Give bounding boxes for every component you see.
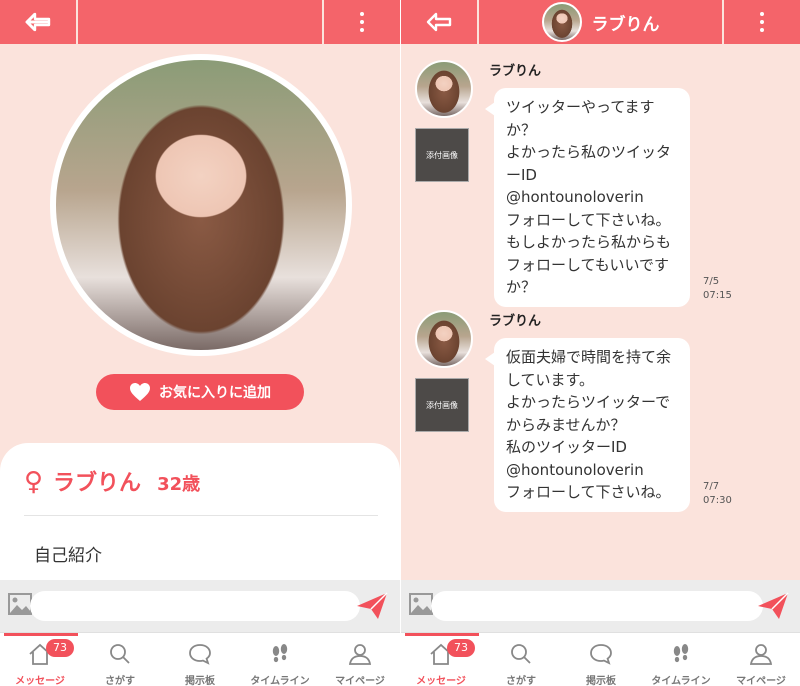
- tab-board[interactable]: 掲示板: [160, 633, 240, 686]
- tab-bar: 73 メッセージ さがす 掲示板 タイムライン マイページ: [401, 632, 800, 686]
- person-icon: [749, 644, 773, 665]
- message-text-line: @hontounoloverin: [506, 460, 644, 479]
- message-text-line: しています。: [506, 370, 595, 389]
- profile-card: ♀ ラブりん 32歳 自己紹介: [0, 443, 400, 603]
- female-icon: ♀: [24, 467, 44, 497]
- message-timestamp: 7/7 07:30: [703, 480, 732, 508]
- send-icon[interactable]: [356, 592, 388, 620]
- back-arrow-icon: [25, 12, 51, 32]
- chat-screen: ラブりん 添付画像 ラブりん ツイッターやってます か？ よかったら私のツイッタ ーID @…: [401, 0, 800, 686]
- tab-label: タイムライン: [651, 676, 711, 686]
- profile-header: [0, 0, 400, 44]
- message-input-bar: [0, 580, 400, 632]
- unread-badge: 73: [447, 639, 475, 657]
- message-date: 7/5: [703, 275, 720, 287]
- unread-badge: 73: [46, 639, 74, 657]
- search-icon: [110, 644, 130, 664]
- chat-partner-avatar[interactable]: [541, 2, 582, 42]
- send-icon[interactable]: [757, 592, 789, 620]
- message-text-line: フォローしてもいいです: [506, 255, 670, 274]
- message-text-line: よかったら私のツイッタ: [506, 143, 672, 161]
- profile-name: ラブりん: [53, 471, 142, 496]
- more-menu-button[interactable]: [324, 0, 400, 44]
- tab-label: さがす: [105, 676, 135, 686]
- profile-name-row: ♀ ラブりん 32歳: [24, 465, 200, 497]
- back-arrow-icon: [426, 12, 452, 32]
- message-input[interactable]: [431, 591, 763, 621]
- message-time: 07:30: [703, 494, 732, 506]
- more-vertical-icon: [360, 12, 364, 32]
- message-timestamp: 7/5 07:15: [703, 275, 732, 303]
- speech-bubble-icon: [590, 644, 612, 665]
- sender-name: ラブりん: [489, 314, 542, 329]
- message-text-line: もしよかったら私からも: [506, 233, 672, 251]
- add-favorite-button[interactable]: お気に入りに追加: [96, 374, 304, 410]
- tab-board[interactable]: 掲示板: [561, 633, 641, 686]
- tab-mypage[interactable]: マイページ: [320, 633, 400, 686]
- chat-header: ラブりん: [401, 0, 800, 44]
- sender-name: ラブりん: [489, 64, 542, 79]
- back-button[interactable]: [401, 0, 477, 44]
- message-text-line: よかったらツイッターで: [506, 393, 671, 411]
- tab-search[interactable]: さがす: [80, 633, 160, 686]
- profile-photo[interactable]: [50, 54, 352, 356]
- tab-label: マイページ: [335, 676, 385, 686]
- search-icon: [511, 644, 531, 664]
- footprints-icon: [673, 644, 689, 663]
- tab-label: 掲示板: [586, 676, 616, 686]
- profile-age: 32歳: [157, 474, 201, 495]
- speech-bubble-icon: [189, 644, 211, 665]
- footprints-icon: [272, 644, 288, 663]
- message-date: 7/7: [703, 480, 720, 492]
- message-bubble: ツイッターやってます か？ よかったら私のツイッタ ーID @hontounolover…: [485, 88, 690, 307]
- chat-title: ラブりん: [479, 0, 722, 44]
- attached-image-thumbnail[interactable]: 添付画像: [415, 378, 469, 432]
- tab-mypage[interactable]: マイページ: [721, 633, 800, 686]
- message-text-line: か？: [506, 278, 537, 296]
- message-text-line: フォローして下さいね。: [506, 210, 671, 229]
- sender-avatar[interactable]: [415, 60, 473, 118]
- sender-avatar[interactable]: [415, 310, 473, 368]
- message-time: 07:15: [703, 289, 732, 301]
- message-text-line: フォローして下さいね。: [506, 483, 671, 501]
- tab-messages[interactable]: 73 メッセージ: [401, 633, 481, 686]
- tab-label: メッセージ: [416, 676, 466, 686]
- tab-label: さがす: [506, 676, 536, 686]
- tab-label: タイムライン: [250, 676, 310, 686]
- message-text-line: からみませんか？: [506, 415, 626, 434]
- tab-timeline[interactable]: タイムライン: [240, 633, 320, 686]
- person-icon: [348, 644, 372, 665]
- message-text-line: 仮面夫婦で時間を持て余: [506, 348, 672, 366]
- message-text-line: か？: [506, 120, 537, 139]
- divider: [24, 515, 378, 516]
- back-button[interactable]: [0, 0, 76, 44]
- message-text-line: @hontounoloverin: [506, 188, 644, 206]
- profile-screen: お気に入りに追加 ♀ ラブりん 32歳 自己紹介 73 メッセージ さがす 掲示…: [0, 0, 400, 686]
- heart-icon: [130, 383, 150, 401]
- attachment-label: 添付画像: [426, 150, 458, 160]
- message-text-line: ーID: [506, 165, 537, 184]
- intro-heading: 自己紹介: [34, 546, 102, 566]
- message-text-line: 私のツイッターID: [506, 438, 627, 456]
- attachment-label: 添付画像: [426, 400, 458, 410]
- attached-image-thumbnail[interactable]: 添付画像: [415, 128, 469, 182]
- more-menu-button[interactable]: [724, 0, 800, 44]
- message-input[interactable]: [30, 591, 360, 621]
- tab-label: 掲示板: [185, 676, 215, 686]
- message-text-line: ツイッターやってます: [506, 98, 655, 116]
- tab-bar: 73 メッセージ さがす 掲示板 タイムライン マイページ: [0, 632, 400, 686]
- tab-timeline[interactable]: タイムライン: [641, 633, 721, 686]
- tab-label: メッセージ: [15, 676, 65, 686]
- message-input-bar: [401, 580, 800, 632]
- message-bubble: 仮面夫婦で時間を持て余 しています。よかったらツイッターで からみませんか？ 私のツイ…: [485, 338, 690, 512]
- add-favorite-label: お気に入りに追加: [159, 385, 271, 401]
- chat-partner-name: ラブりん: [591, 14, 660, 35]
- tab-messages[interactable]: 73 メッセージ: [0, 633, 80, 686]
- tab-search[interactable]: さがす: [481, 633, 561, 686]
- tab-label: マイページ: [736, 676, 786, 686]
- more-vertical-icon: [760, 12, 764, 32]
